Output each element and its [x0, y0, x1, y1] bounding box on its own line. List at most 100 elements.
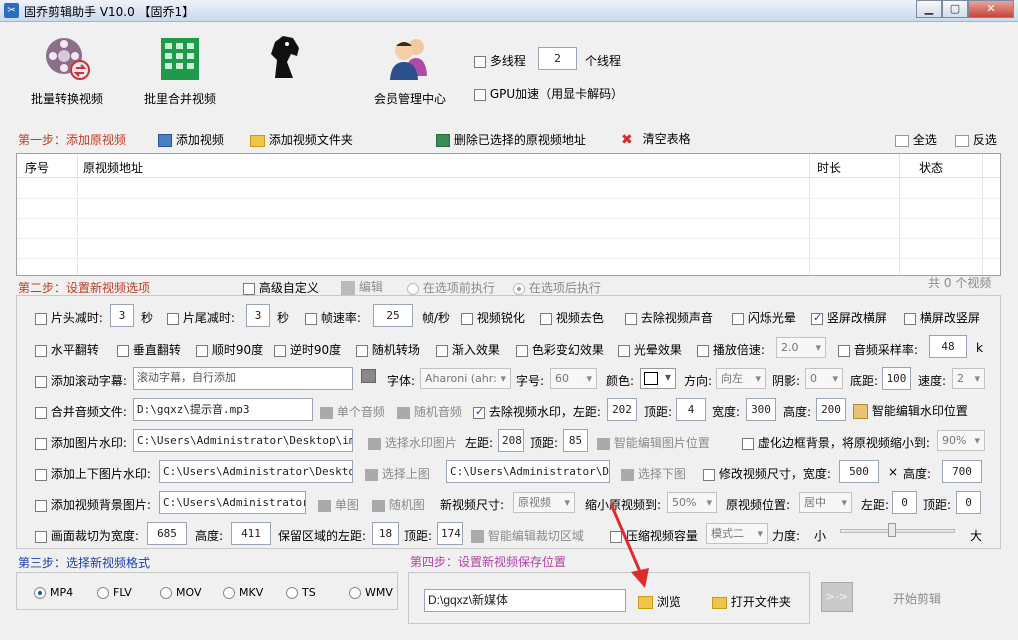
save-path-input[interactable]: D:\gqxz\新媒体: [424, 589, 626, 612]
crop-checkbox[interactable]: 画面裁切为宽度:: [35, 527, 139, 544]
fps-checkbox[interactable]: 帧速率:: [305, 309, 361, 326]
crop-left-input[interactable]: 18: [372, 522, 399, 545]
horse-tool-button[interactable]: [256, 30, 316, 90]
img-top-input[interactable]: 85: [563, 429, 588, 452]
start-cut-icon[interactable]: >->: [821, 582, 853, 612]
blur-border-checkbox[interactable]: 虚化边框背景，将原视频缩小到:: [742, 434, 930, 451]
gpu-checkbox[interactable]: GPU加速（用显卡解码）: [474, 85, 623, 102]
select-all-button[interactable]: 全选: [895, 131, 937, 148]
new-size-select[interactable]: 原视频: [513, 492, 575, 513]
member-center-button[interactable]: 会员管理中心: [368, 30, 452, 107]
random-transition-checkbox[interactable]: 随机转场: [356, 341, 420, 358]
h2v-checkbox[interactable]: 横屏改竖屏: [904, 309, 980, 326]
resize-height-input[interactable]: 700: [942, 460, 982, 483]
choose-top-image-button[interactable]: 选择上图: [365, 465, 430, 482]
halo-checkbox[interactable]: 光晕效果: [618, 341, 682, 358]
top-image-path-input[interactable]: C:\Users\Administrator\Desktop\i: [159, 460, 353, 483]
remove-watermark-checkbox[interactable]: 去除视频水印，左距:: [473, 403, 601, 420]
wm-left-input[interactable]: 202: [607, 398, 637, 421]
bottom-input[interactable]: 100: [882, 367, 911, 390]
vflip-checkbox[interactable]: 垂直翻转: [117, 341, 181, 358]
color-picker[interactable]: ▾: [640, 368, 676, 389]
choose-watermark-image-button[interactable]: 选择水印图片: [368, 434, 457, 451]
tail-cut-checkbox[interactable]: 片尾减时:: [167, 309, 235, 326]
single-audio-button[interactable]: 单个音频: [320, 403, 385, 420]
format-radio-ts[interactable]: TS: [286, 585, 316, 599]
compress-mode-select[interactable]: 模式二: [706, 523, 768, 544]
single-image-button[interactable]: 单图: [318, 496, 359, 513]
hflip-checkbox[interactable]: 水平翻转: [35, 341, 99, 358]
bottom-image-path-input[interactable]: C:\Users\Administrator\Desk: [446, 460, 610, 483]
format-radio-wmv[interactable]: WMV: [349, 585, 393, 599]
multithread-checkbox[interactable]: 多线程: [474, 52, 526, 69]
edit-button[interactable]: 编辑: [341, 278, 383, 295]
wm-height-input[interactable]: 200: [816, 398, 846, 421]
clear-table-button[interactable]: ✖ 清空表格: [621, 130, 691, 148]
color-change-checkbox[interactable]: 色彩变幻效果: [516, 341, 604, 358]
crop-top-input[interactable]: 174: [437, 522, 463, 545]
sharpen-checkbox[interactable]: 视频锐化: [461, 309, 525, 326]
batch-merge-button[interactable]: 批里合并视频: [137, 30, 223, 107]
invert-selection-button[interactable]: 反选: [955, 131, 997, 148]
resize-checkbox[interactable]: 修改视频尺寸，宽度:: [703, 465, 831, 482]
head-cut-input[interactable]: 3: [110, 304, 134, 327]
decolor-checkbox[interactable]: 视频去色: [540, 309, 604, 326]
blur-scale-select[interactable]: 90%: [937, 430, 985, 451]
close-button[interactable]: ✕: [968, 0, 1014, 18]
choose-bottom-image-button[interactable]: 选择下图: [621, 465, 686, 482]
minimize-button[interactable]: ▁: [916, 0, 942, 18]
img-left-input[interactable]: 208: [498, 429, 524, 452]
browse-button[interactable]: 浏览: [638, 593, 681, 610]
resize-width-input[interactable]: 500: [839, 460, 879, 483]
rotate-cw-checkbox[interactable]: 顺时90度: [196, 341, 263, 358]
smart-watermark-button[interactable]: 智能编辑水印位置: [853, 402, 968, 419]
format-radio-mov[interactable]: MOV: [160, 585, 201, 599]
background-image-checkbox[interactable]: 添加视频背景图片:: [35, 496, 151, 513]
format-radio-mkv[interactable]: MKV: [223, 585, 263, 599]
wm-width-input[interactable]: 300: [746, 398, 776, 421]
smart-crop-button[interactable]: 智能编辑裁切区域: [471, 527, 584, 544]
scroll-speed-select[interactable]: 2: [952, 368, 985, 389]
crop-width-input[interactable]: 685: [147, 522, 187, 545]
open-folder-button[interactable]: 打开文件夹: [712, 593, 791, 610]
thread-count-input[interactable]: 2: [538, 47, 577, 70]
scroll-text-edit-icon[interactable]: [361, 368, 376, 383]
mute-checkbox[interactable]: 去除视频声音: [625, 309, 713, 326]
scroll-text-checkbox[interactable]: 添加滚动字幕:: [35, 372, 127, 389]
rotate-ccw-checkbox[interactable]: 逆时90度: [274, 341, 341, 358]
wm-top-input[interactable]: 4: [676, 398, 706, 421]
delete-selected-button[interactable]: 删除已选择的原视频地址: [436, 131, 586, 148]
font-select[interactable]: Aharoni (ahr:: [420, 368, 511, 389]
bg-left-input[interactable]: 0: [892, 491, 917, 514]
v2h-checkbox[interactable]: 竖屏改横屏: [811, 309, 887, 326]
audio-path-input[interactable]: D:\gqxz\提示音.mp3: [133, 398, 313, 421]
advanced-checkbox[interactable]: 高级自定义: [243, 279, 319, 296]
random-audio-button[interactable]: 随机音频: [397, 403, 462, 420]
updown-image-checkbox[interactable]: 添加上下图片水印:: [35, 465, 151, 482]
format-radio-flv[interactable]: FLV: [97, 585, 132, 599]
force-slider-thumb[interactable]: [888, 523, 896, 537]
speed-checkbox[interactable]: 播放倍速:: [697, 341, 765, 358]
direction-select[interactable]: 向左: [716, 368, 766, 389]
shrink-select[interactable]: 50%: [667, 492, 717, 513]
sample-rate-input[interactable]: 48: [929, 335, 967, 358]
shadow-select[interactable]: 0: [805, 368, 843, 389]
crop-height-input[interactable]: 411: [231, 522, 271, 545]
random-image-button[interactable]: 随机图: [372, 496, 425, 513]
run-after-radio[interactable]: 在选项后执行: [513, 279, 601, 296]
scroll-text-input[interactable]: 滚动字幕，自行添加: [133, 367, 353, 390]
run-before-radio[interactable]: 在选项前执行: [407, 279, 495, 296]
flash-checkbox[interactable]: 闪烁光晕: [732, 309, 796, 326]
sample-rate-checkbox[interactable]: 音频采样率:: [838, 341, 918, 358]
format-radio-mp4[interactable]: MP4: [34, 585, 73, 599]
add-video-button[interactable]: 添加视频: [158, 131, 224, 148]
head-cut-checkbox[interactable]: 片头减时:: [35, 309, 103, 326]
force-slider-track[interactable]: [840, 529, 955, 533]
add-folder-button[interactable]: 添加视频文件夹: [250, 131, 353, 148]
start-cut-button[interactable]: 开始剪辑: [893, 590, 941, 607]
background-path-input[interactable]: C:\Users\Administrator\D: [159, 491, 306, 514]
size-select[interactable]: 60: [550, 368, 597, 389]
bg-top-input[interactable]: 0: [956, 491, 981, 514]
image-path-input[interactable]: C:\Users\Administrator\Desktop\img-q: [133, 429, 353, 452]
video-table[interactable]: 序号 原视频地址 时长 状态: [16, 153, 1001, 276]
